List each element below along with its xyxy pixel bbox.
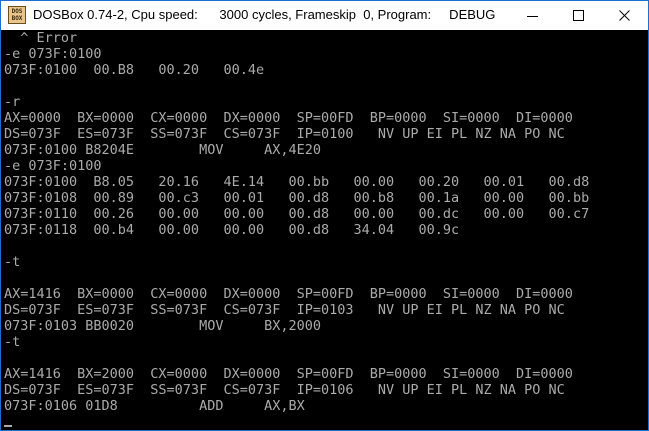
terminal-line: 073F:0100 B8.05 20.16 4E.14 00.bb 00.00 … (4, 174, 590, 190)
terminal-line: AX=0000 BX=0000 CX=0000 DX=0000 SP=00FD … (4, 110, 573, 126)
terminal-line: 073F:0103 BB0020 MOV BX,2000 (4, 318, 321, 334)
terminal-line: DS=073F ES=073F SS=073F CS=073F IP=0100 … (4, 126, 565, 142)
dos-terminal[interactable]: ^ Error -e 073F:0100 073F:0100 00.B8 00.20… (4, 30, 645, 430)
terminal-line: AX=1416 BX=2000 CX=0000 DX=0000 SP=00FD … (4, 366, 573, 382)
terminal-line: DS=073F ES=073F SS=073F CS=073F IP=0103 … (4, 302, 565, 318)
dosbox-window: DOS BOX DOSBox 0.74-2, Cpu speed: 3000 c… (0, 0, 649, 431)
terminal-line: 073F:0100 B8204E MOV AX,4E20 (4, 142, 321, 158)
terminal-line: -e 073F:0100 (4, 46, 102, 62)
dosbox-app-icon[interactable]: DOS BOX (8, 6, 26, 24)
terminal-line: -e 073F:0100 (4, 158, 102, 174)
terminal-line: AX=1416 BX=0000 CX=0000 DX=0000 SP=00FD … (4, 286, 573, 302)
terminal-line: 073F:0106 01D8 ADD AX,BX (4, 398, 305, 414)
maximize-icon (573, 10, 584, 21)
title-bar[interactable]: DOS BOX DOSBox 0.74-2, Cpu speed: 3000 c… (1, 1, 648, 30)
terminal-line: 073F:0118 00.b4 00.00 00.00 00.d8 34.04 … (4, 222, 460, 238)
window-title: DOSBox 0.74-2, Cpu speed: 3000 cycles, F… (33, 7, 496, 22)
minimize-button[interactable] (510, 1, 556, 30)
text-cursor (4, 425, 12, 427)
terminal-line: ^ Error (4, 30, 78, 46)
terminal-line: 073F:0100 00.B8 00.20 00.4e (4, 62, 265, 78)
minimize-icon (527, 16, 538, 17)
terminal-line: -t (4, 254, 21, 270)
close-button[interactable] (602, 1, 648, 30)
terminal-line: -r (4, 94, 21, 110)
terminal-line: 073F:0108 00.89 00.c3 00.01 00.d8 00.b8 … (4, 190, 590, 206)
terminal-line: 073F:0110 00.26 00.00 00.00 00.d8 00.00 … (4, 206, 590, 222)
close-icon (619, 10, 630, 21)
terminal-line: -t (4, 334, 21, 350)
terminal-line: DS=073F ES=073F SS=073F CS=073F IP=0106 … (4, 382, 565, 398)
maximize-button[interactable] (556, 1, 602, 30)
